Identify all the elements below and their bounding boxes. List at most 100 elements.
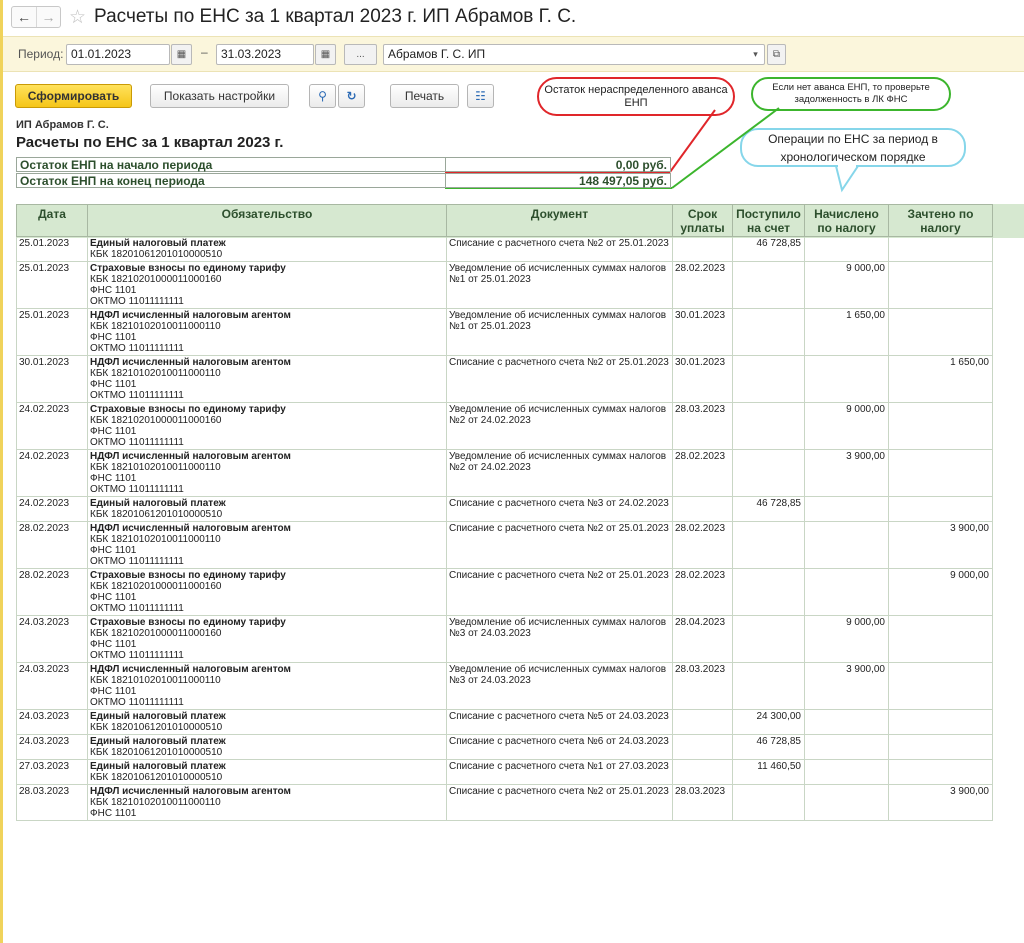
cell-date[interactable]: 28.02.2023 [16,521,88,569]
cell-accrued[interactable] [804,521,889,569]
cell-accrued[interactable] [804,496,889,522]
cell-received[interactable]: 46 728,85 [732,496,805,522]
table-row[interactable]: 25.01.2023 НДФЛ исчисленный налоговым аге… [16,308,993,356]
cell-obligation[interactable]: Единый налоговый платеж КБК 1820106120101… [87,236,447,262]
cell-received[interactable] [732,615,805,663]
cell-received[interactable] [732,308,805,356]
cell-accrued[interactable]: 1 650,00 [804,308,889,356]
cell-obligation[interactable]: Страховые взносы по единому тарифу КБК 18… [87,402,447,450]
cell-date[interactable]: 24.02.2023 [16,449,88,497]
cell-obligation[interactable]: НДФЛ исчисленный налоговым агентом КБК 18… [87,355,447,403]
cell-date[interactable]: 24.02.2023 [16,496,88,522]
cell-received[interactable] [732,449,805,497]
cell-due-date[interactable] [672,734,733,760]
cell-received[interactable] [732,355,805,403]
period-select-button[interactable]: ... [344,44,377,65]
cell-accrued[interactable]: 9 000,00 [804,402,889,450]
search-icon[interactable]: ⚲ [309,84,336,108]
cell-date[interactable]: 24.03.2023 [16,734,88,760]
generate-button[interactable]: Сформировать [15,84,132,108]
column-obligation[interactable]: Обязательство [87,204,447,237]
column-accrued[interactable]: Начислено по налогу [804,204,889,237]
cell-accrued[interactable] [804,784,889,821]
column-document[interactable]: Документ [446,204,673,237]
cell-offset[interactable] [888,261,993,309]
cell-offset[interactable]: 9 000,00 [888,568,993,616]
cell-received[interactable]: 24 300,00 [732,709,805,735]
print-preview-icon[interactable]: ☷ [467,84,494,108]
cell-date[interactable]: 24.02.2023 [16,402,88,450]
cell-accrued[interactable]: 3 900,00 [804,662,889,710]
cell-date[interactable]: 24.03.2023 [16,709,88,735]
cell-obligation[interactable]: Страховые взносы по единому тарифу КБК 18… [87,568,447,616]
open-organization-icon[interactable]: ⧉ [767,44,786,65]
cell-accrued[interactable]: 9 000,00 [804,615,889,663]
cell-received[interactable] [732,568,805,616]
organization-field[interactable]: Абрамов Г. С. ИП [383,44,765,65]
cell-due-date[interactable]: 28.02.2023 [672,449,733,497]
cell-offset[interactable] [888,662,993,710]
cell-due-date[interactable]: 28.04.2023 [672,615,733,663]
cell-received[interactable]: 46 728,85 [732,236,805,262]
cell-due-date[interactable] [672,496,733,522]
cell-due-date[interactable]: 28.02.2023 [672,568,733,616]
cell-offset[interactable] [888,615,993,663]
cell-offset[interactable] [888,236,993,262]
cell-due-date[interactable]: 30.01.2023 [672,355,733,403]
column-date[interactable]: Дата [16,204,88,237]
cell-offset[interactable] [888,759,993,785]
cell-document[interactable]: Списание с расчетного счета №6 от 24.03.… [446,734,673,760]
cell-obligation[interactable]: Единый налоговый платеж КБК 1820106120101… [87,734,447,760]
column-received[interactable]: Поступило на счет [732,204,805,237]
cell-document[interactable]: Списание с расчетного счета №2 от 25.01.… [446,236,673,262]
table-row[interactable]: 24.03.2023 Страховые взносы по единому та… [16,615,993,663]
cell-offset[interactable] [888,709,993,735]
cell-date[interactable]: 24.03.2023 [16,615,88,663]
cell-accrued[interactable] [804,734,889,760]
cell-accrued[interactable] [804,236,889,262]
table-row[interactable]: 28.03.2023 НДФЛ исчисленный налоговым аге… [16,784,993,821]
cell-due-date[interactable] [672,759,733,785]
cell-received[interactable] [732,521,805,569]
table-row[interactable]: 24.02.2023 Страховые взносы по единому та… [16,402,993,450]
cell-document[interactable]: Списание с расчетного счета №3 от 24.02.… [446,496,673,522]
column-due-date[interactable]: Срок уплаты [672,204,733,237]
cell-obligation[interactable]: Единый налоговый платеж КБК 1820106120101… [87,759,447,785]
cell-date[interactable]: 28.02.2023 [16,568,88,616]
table-row[interactable]: 30.01.2023 НДФЛ исчисленный налоговым аге… [16,355,993,403]
column-offset[interactable]: Зачтено по налогу [888,204,993,237]
cell-document[interactable]: Уведомление об исчисленных суммах налого… [446,308,673,356]
cell-obligation[interactable]: НДФЛ исчисленный налоговым агентом КБК 18… [87,449,447,497]
cell-accrued[interactable] [804,709,889,735]
cell-due-date[interactable]: 28.03.2023 [672,662,733,710]
cell-obligation[interactable]: Единый налоговый платеж КБК 1820106120101… [87,709,447,735]
cell-due-date[interactable] [672,236,733,262]
cell-document[interactable]: Списание с расчетного счета №5 от 24.03.… [446,709,673,735]
search-next-icon[interactable]: ↻ [338,84,365,108]
table-row[interactable]: 28.02.2023 Страховые взносы по единому та… [16,568,993,616]
cell-document[interactable]: Уведомление об исчисленных суммах налого… [446,615,673,663]
cell-offset[interactable]: 3 900,00 [888,784,993,821]
cell-received[interactable] [732,402,805,450]
cell-offset[interactable] [888,308,993,356]
cell-date[interactable]: 24.03.2023 [16,662,88,710]
back-arrow-icon[interactable]: ← [12,7,36,27]
table-row[interactable]: 24.02.2023 НДФЛ исчисленный налоговым аге… [16,449,993,497]
cell-date[interactable]: 25.01.2023 [16,236,88,262]
cell-date[interactable]: 28.03.2023 [16,784,88,821]
cell-received[interactable]: 46 728,85 [732,734,805,760]
cell-document[interactable]: Списание с расчетного счета №2 от 25.01.… [446,784,673,821]
cell-obligation[interactable]: НДФЛ исчисленный налоговым агентом КБК 18… [87,784,447,821]
cell-offset[interactable] [888,734,993,760]
show-settings-button[interactable]: Показать настройки [150,84,289,108]
cell-due-date[interactable]: 30.01.2023 [672,308,733,356]
date-from-field[interactable]: 01.01.2023 [66,44,170,65]
cell-received[interactable] [732,662,805,710]
cell-document[interactable]: Списание с расчетного счета №1 от 27.03.… [446,759,673,785]
cell-obligation[interactable]: Единый налоговый платеж КБК 1820106120101… [87,496,447,522]
calendar-from-icon[interactable]: ▦ [171,44,192,65]
cell-offset[interactable] [888,496,993,522]
cell-accrued[interactable] [804,355,889,403]
table-row[interactable]: 24.02.2023 Единый налоговый платеж КБК 182… [16,496,993,522]
cell-document[interactable]: Уведомление об исчисленных суммах налого… [446,662,673,710]
